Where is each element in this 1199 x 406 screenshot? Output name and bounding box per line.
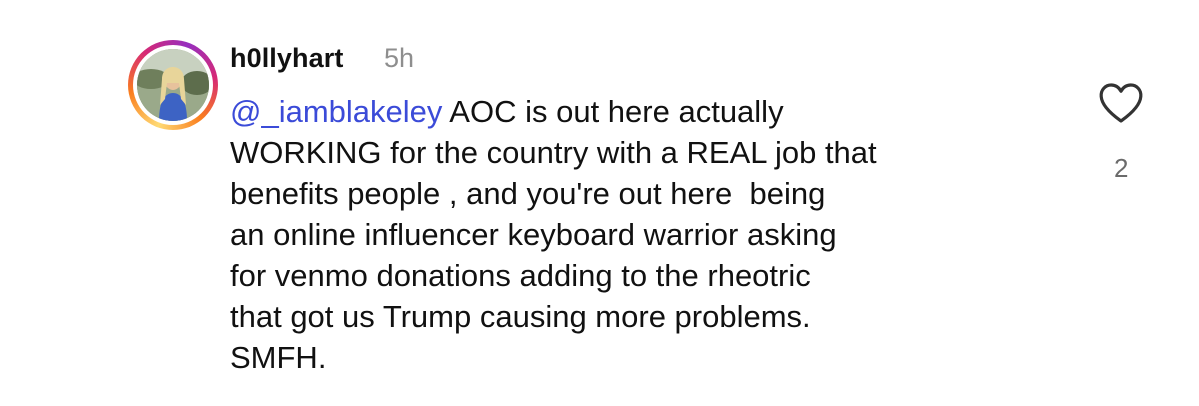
mention-link[interactable]: @_iamblakeley (230, 94, 442, 129)
comment-item: h0llyhart 5h @_iamblakeley AOC is out he… (0, 0, 1199, 406)
heart-outline-icon[interactable] (1098, 82, 1144, 124)
comment-line-4: an online influencer keyboard warrior as… (230, 217, 837, 252)
avatar-image (137, 49, 209, 121)
comment-line-7: SMFH. (230, 340, 327, 375)
avatar-ring-gap (133, 45, 213, 125)
username[interactable]: h0llyhart (230, 43, 343, 74)
comment-line-3: benefits people , and you're out here be… (230, 176, 826, 211)
comment-text: @_iamblakeley AOC is out here actually W… (230, 91, 1050, 378)
story-ring[interactable] (128, 40, 218, 130)
comment-timestamp: 5h (384, 43, 415, 73)
avatar[interactable] (137, 49, 209, 121)
comment-line-1-text: AOC is out here actually (442, 94, 784, 129)
comment-line-2: WORKING for the country with a REAL job … (230, 135, 877, 170)
comment-line-5: for venmo donations adding to the rheotr… (230, 258, 811, 293)
like-count[interactable]: 2 (1114, 153, 1128, 184)
comment-line-1: @_iamblakeley AOC is out here actually (230, 91, 1050, 132)
comment-line-6: that got us Trump causing more problems. (230, 299, 811, 334)
